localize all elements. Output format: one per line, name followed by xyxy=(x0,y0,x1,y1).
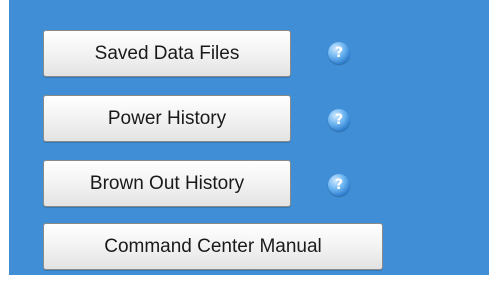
command-center-manual-button[interactable]: Command Center Manual xyxy=(43,223,383,270)
saved-data-files-button[interactable]: Saved Data Files xyxy=(43,30,291,77)
brown-out-history-help-icon[interactable]: ? xyxy=(328,174,350,196)
power-history-button[interactable]: Power History xyxy=(43,95,291,142)
brown-out-history-button[interactable]: Brown Out History xyxy=(43,160,291,207)
power-history-help-icon[interactable]: ? xyxy=(328,109,350,131)
menu-panel: Saved Data Files ? Power History ? Brown… xyxy=(9,0,489,275)
saved-data-files-help-icon[interactable]: ? xyxy=(328,42,350,64)
